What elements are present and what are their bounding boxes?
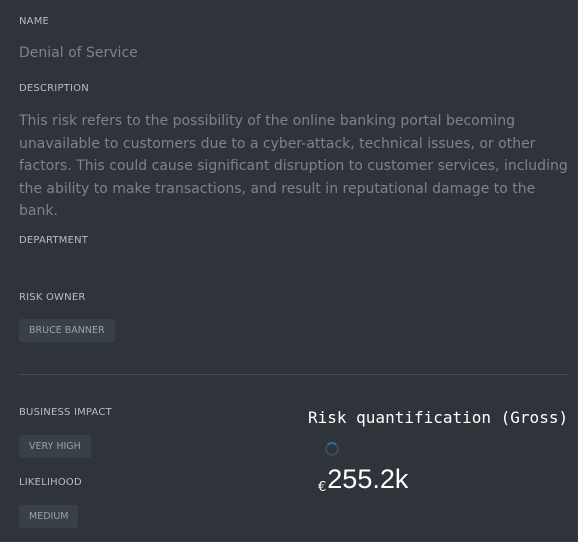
likelihood-label: LIKELIHOOD bbox=[19, 477, 82, 488]
risk-owner-label: RISK OWNER bbox=[19, 292, 86, 303]
spinner-icon bbox=[325, 442, 339, 456]
amount-value: 255.2k bbox=[327, 464, 409, 494]
name-value: Denial of Service bbox=[19, 45, 138, 61]
description-value: This risk refers to the possibility of t… bbox=[19, 113, 568, 219]
risk-quantification-amount: €255.2k bbox=[318, 464, 408, 495]
name-label: NAME bbox=[19, 16, 50, 27]
risk-quantification-title: Risk quantification (Gross) bbox=[308, 408, 569, 427]
risk-owner-chip[interactable]: BRUCE BANNER bbox=[19, 319, 115, 342]
likelihood-chip[interactable]: MEDIUM bbox=[19, 505, 79, 528]
description-label: DESCRIPTION bbox=[19, 83, 89, 94]
section-divider bbox=[19, 374, 569, 375]
department-label: DEPARTMENT bbox=[19, 235, 89, 246]
business-impact-chip[interactable]: VERY HIGH bbox=[19, 435, 91, 458]
currency-symbol: € bbox=[318, 480, 327, 495]
business-impact-label: BUSINESS IMPACT bbox=[19, 407, 112, 418]
risk-details-panel: NAME Denial of Service DESCRIPTION This … bbox=[0, 0, 578, 542]
